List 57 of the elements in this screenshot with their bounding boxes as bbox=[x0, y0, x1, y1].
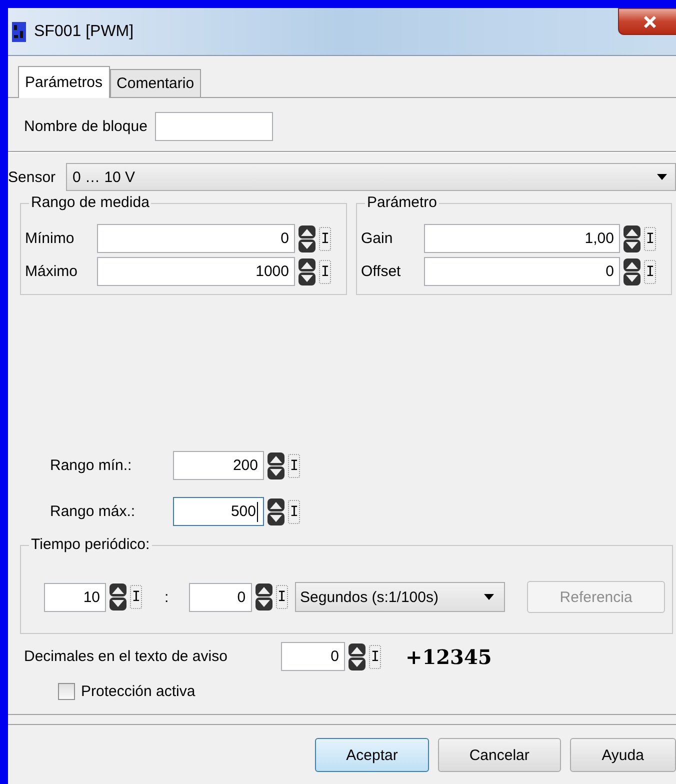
text-cursor bbox=[257, 502, 258, 522]
spinner-arrows[interactable] bbox=[298, 224, 316, 252]
reference-button[interactable]: I bbox=[369, 644, 382, 668]
input-field[interactable]: 1000 bbox=[97, 257, 295, 286]
spinner-arrows[interactable] bbox=[267, 498, 285, 526]
checkbox[interactable] bbox=[58, 683, 75, 700]
field-label: Rango mín.: bbox=[50, 457, 133, 474]
field-label: Gain bbox=[360, 230, 394, 247]
input-field[interactable]: 200 bbox=[173, 451, 264, 480]
spinner-arrows[interactable] bbox=[622, 224, 641, 252]
field-label: Decimales en el texto de aviso bbox=[24, 648, 228, 665]
reference-button[interactable]: I bbox=[288, 454, 300, 478]
input-field[interactable]: 0 bbox=[188, 582, 252, 612]
sensor-dropdown[interactable]: 0 … 10 V bbox=[66, 163, 676, 191]
input-field[interactable]: 0 bbox=[424, 257, 620, 286]
reference-button[interactable]: I bbox=[130, 585, 142, 609]
field-label: Mínimo bbox=[25, 230, 76, 247]
separator-colon: : bbox=[164, 588, 169, 606]
caret-icon bbox=[484, 594, 494, 600]
input-field[interactable]: 10 bbox=[44, 582, 106, 612]
input-field[interactable]: 500 bbox=[173, 497, 264, 526]
block-icon bbox=[12, 22, 26, 42]
caret-icon bbox=[657, 174, 667, 180]
spinner-arrows[interactable] bbox=[254, 583, 273, 611]
group-title: Tiempo periódico: bbox=[29, 536, 152, 554]
input-field[interactable]: 1,00 bbox=[424, 224, 620, 253]
tab[interactable]: Comentario bbox=[110, 69, 202, 97]
tab[interactable]: Parámetros bbox=[18, 66, 110, 98]
window-title: SF001 [PWM] bbox=[34, 22, 134, 40]
unit-dropdown[interactable]: Segundos (s:1/100s) bbox=[295, 582, 506, 612]
input-field[interactable]: 0 bbox=[97, 224, 295, 253]
input-field[interactable] bbox=[155, 112, 274, 141]
field-label: Sensor bbox=[8, 168, 56, 186]
reference-button[interactable]: I bbox=[644, 226, 656, 250]
spinner-arrows[interactable] bbox=[267, 452, 285, 480]
spinner-arrows[interactable] bbox=[109, 583, 127, 611]
close-button[interactable] bbox=[618, 8, 676, 35]
spinner-arrows[interactable] bbox=[298, 258, 316, 286]
field-label: Máximo bbox=[25, 263, 79, 280]
dialog-button[interactable]: Aceptar bbox=[315, 738, 430, 772]
input-field[interactable]: 0 bbox=[281, 642, 345, 671]
field-label: Offset bbox=[360, 263, 402, 280]
reference-button[interactable]: I bbox=[319, 260, 332, 284]
checkbox-label: Protección activa bbox=[81, 683, 196, 700]
close-icon bbox=[643, 16, 657, 28]
spinner-arrows[interactable] bbox=[348, 642, 366, 670]
dialog-button[interactable]: Ayuda bbox=[570, 738, 676, 772]
field-label: Nombre de bloque bbox=[24, 118, 148, 135]
field-label: Rango máx.: bbox=[50, 503, 136, 520]
spinner-arrows[interactable] bbox=[622, 258, 641, 286]
reference-button[interactable]: I bbox=[276, 585, 288, 609]
reference-button[interactable]: I bbox=[319, 226, 332, 250]
dialog-button[interactable]: Cancelar bbox=[438, 738, 561, 772]
reference-button[interactable]: I bbox=[288, 500, 300, 524]
reference-button[interactable]: I bbox=[644, 260, 656, 284]
preview-value: +12345 bbox=[405, 644, 492, 668]
group-title: Rango de medida bbox=[29, 194, 152, 212]
